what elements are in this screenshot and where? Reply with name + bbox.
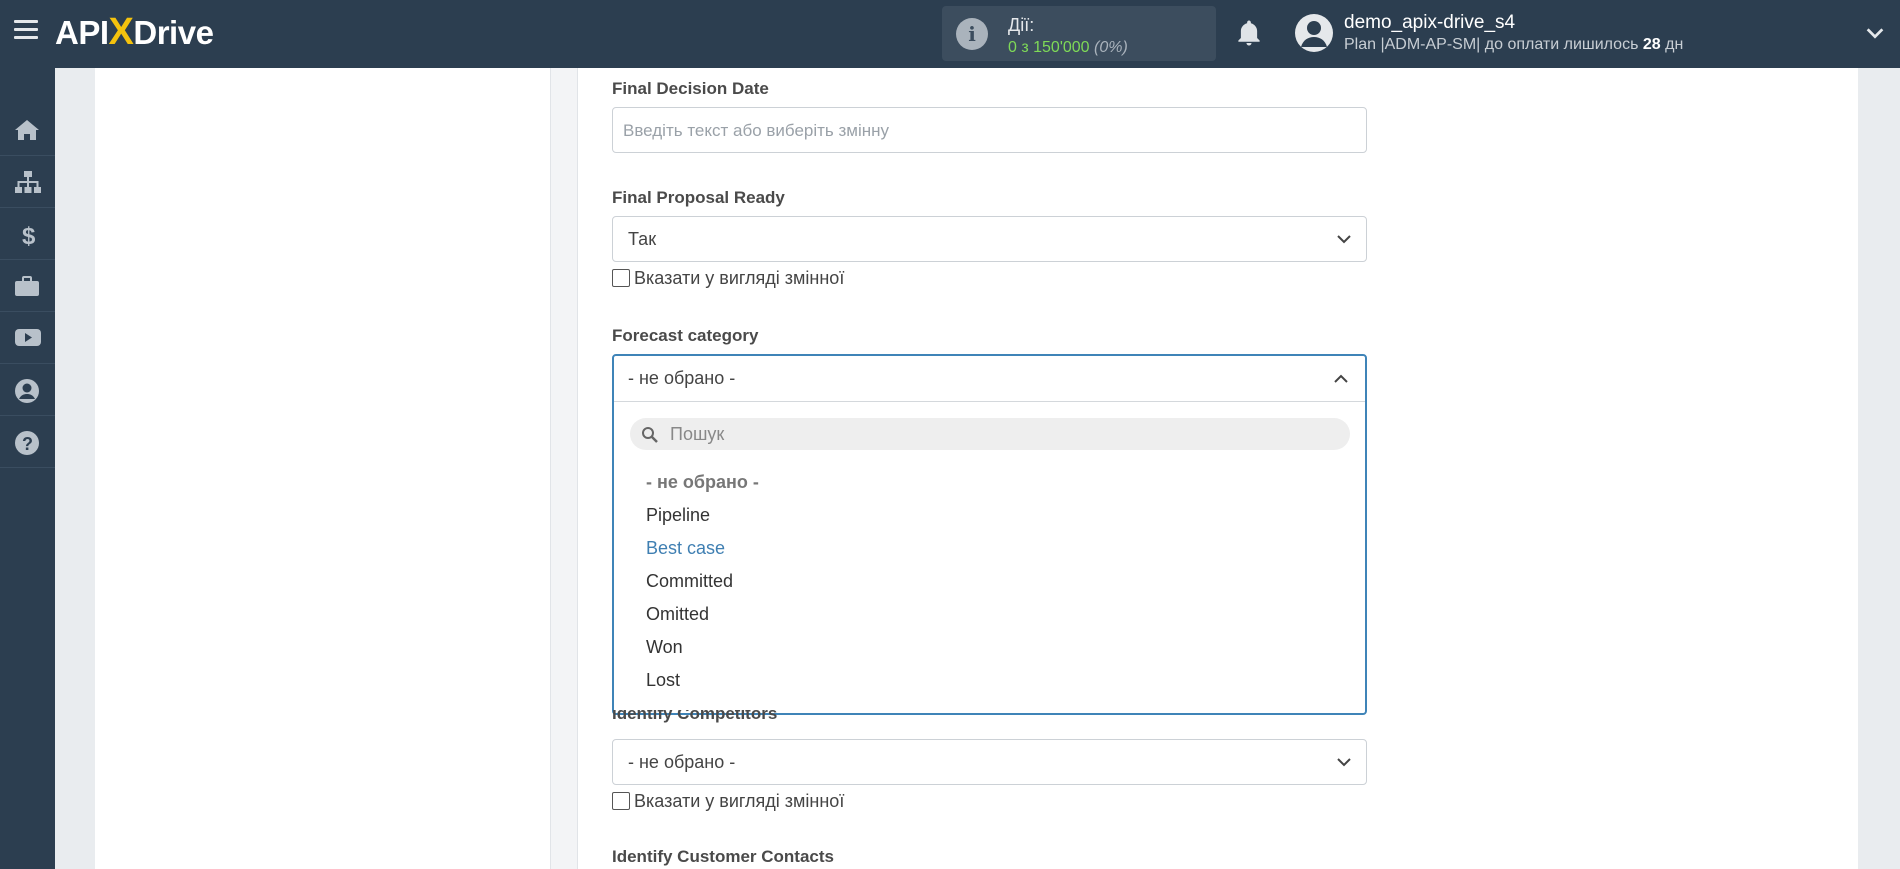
forecast-category-select[interactable]: - не обрано -	[614, 356, 1365, 402]
option-pipeline[interactable]: Pipeline	[646, 505, 710, 526]
final-decision-date-label: Final Decision Date	[612, 79, 769, 98]
svg-text:?: ?	[22, 434, 33, 454]
checkbox[interactable]	[612, 269, 630, 287]
search-icon	[642, 427, 658, 443]
sidebar-item-help[interactable]: ?	[0, 416, 55, 468]
actions-counter: i Дії: 0 з 150'000 (0%)	[942, 6, 1216, 61]
final-proposal-ready-variable-checkbox[interactable]: Вказати у вигляді змінної	[612, 268, 844, 289]
avatar[interactable]	[1295, 14, 1333, 52]
briefcase-icon	[15, 276, 39, 296]
actions-count: 0 з 150'000 (0%)	[1008, 39, 1128, 57]
youtube-icon	[15, 329, 41, 346]
user-circle-icon	[15, 379, 39, 403]
option-none[interactable]: - не обрано -	[646, 472, 759, 493]
sitemap-icon	[15, 171, 41, 193]
chevron-down-icon	[1337, 758, 1351, 767]
dropdown-search-input[interactable]: Пошук	[630, 418, 1350, 450]
logo-text-right: Drive	[133, 14, 214, 51]
logo-text-left: API	[55, 14, 109, 51]
home-icon	[15, 120, 39, 140]
identify-competitors-label-text: Identify Competitors	[612, 710, 778, 723]
plan-days: 28	[1642, 36, 1661, 53]
logo-x: X	[108, 11, 134, 53]
option-omitted[interactable]: Omitted	[646, 604, 709, 625]
search-placeholder: Пошук	[670, 424, 725, 444]
sidebar-item-connections[interactable]	[0, 156, 55, 208]
question-icon: ?	[15, 431, 39, 455]
checkbox-label: Вказати у вигляді змінної	[634, 791, 845, 811]
bell-icon[interactable]	[1234, 18, 1264, 48]
svg-text:$: $	[22, 223, 36, 248]
checkbox[interactable]	[612, 792, 630, 810]
user-name[interactable]: demo_apix-drive_s4	[1344, 12, 1515, 34]
option-best-case[interactable]: Best case	[646, 538, 725, 559]
actions-percent: (0%)	[1094, 39, 1128, 56]
dollar-icon: $	[22, 223, 36, 248]
option-won[interactable]: Won	[646, 637, 683, 658]
final-proposal-ready-label: Final Proposal Ready	[612, 188, 785, 207]
forecast-category-label: Forecast category	[612, 326, 759, 345]
info-icon: i	[956, 18, 988, 50]
chevron-down-icon[interactable]	[1864, 22, 1886, 44]
sidebar-item-profile[interactable]	[0, 364, 55, 416]
final-proposal-ready-select[interactable]: Так	[612, 216, 1367, 262]
plan-days-unit: дн	[1665, 36, 1684, 53]
final-decision-date-input[interactable]: Введіть текст або виберіть змінну	[612, 107, 1367, 153]
top-bar: APIXDrive i Дії: 0 з 150'000 (0%) demo_a…	[0, 0, 1900, 68]
sidebar-item-video[interactable]	[0, 312, 55, 364]
forecast-category-dropdown[interactable]: - не обрано - Пошук - не обрано - Pipeli…	[612, 354, 1367, 715]
logo[interactable]: APIXDrive	[55, 11, 214, 53]
actions-count-value: 0 з 150'000	[1008, 39, 1090, 56]
actions-label: Дії:	[1008, 15, 1035, 35]
chevron-down-icon	[1337, 235, 1351, 244]
identify-competitors-select[interactable]: - не обрано -	[612, 739, 1367, 785]
plan-info: Plan |ADM-AP-SM| до оплати лишилось 28 д…	[1344, 36, 1683, 54]
sidebar-item-billing[interactable]: $	[0, 208, 55, 260]
identify-competitors-value: - не обрано -	[628, 752, 736, 772]
option-lost[interactable]: Lost	[646, 670, 680, 691]
final-proposal-ready-value: Так	[628, 229, 657, 249]
option-committed[interactable]: Committed	[646, 571, 733, 592]
column-divider	[550, 68, 578, 869]
identify-competitors-variable-checkbox[interactable]: Вказати у вигляді змінної	[612, 791, 844, 812]
sidebar: $ ?	[0, 68, 55, 869]
menu-icon[interactable]	[14, 20, 38, 42]
forecast-category-value: - не обрано -	[628, 368, 736, 388]
chevron-up-icon	[1334, 374, 1348, 383]
sidebar-item-services[interactable]	[0, 260, 55, 312]
identify-competitors-label: Identify Competitors	[612, 710, 777, 723]
plan-text: Plan |ADM-AP-SM| до оплати лишилось	[1344, 36, 1639, 53]
checkbox-label: Вказати у вигляді змінної	[634, 268, 845, 288]
identify-customer-contacts-label: Identify Customer Contacts	[612, 847, 834, 866]
sidebar-item-home[interactable]	[0, 104, 55, 156]
